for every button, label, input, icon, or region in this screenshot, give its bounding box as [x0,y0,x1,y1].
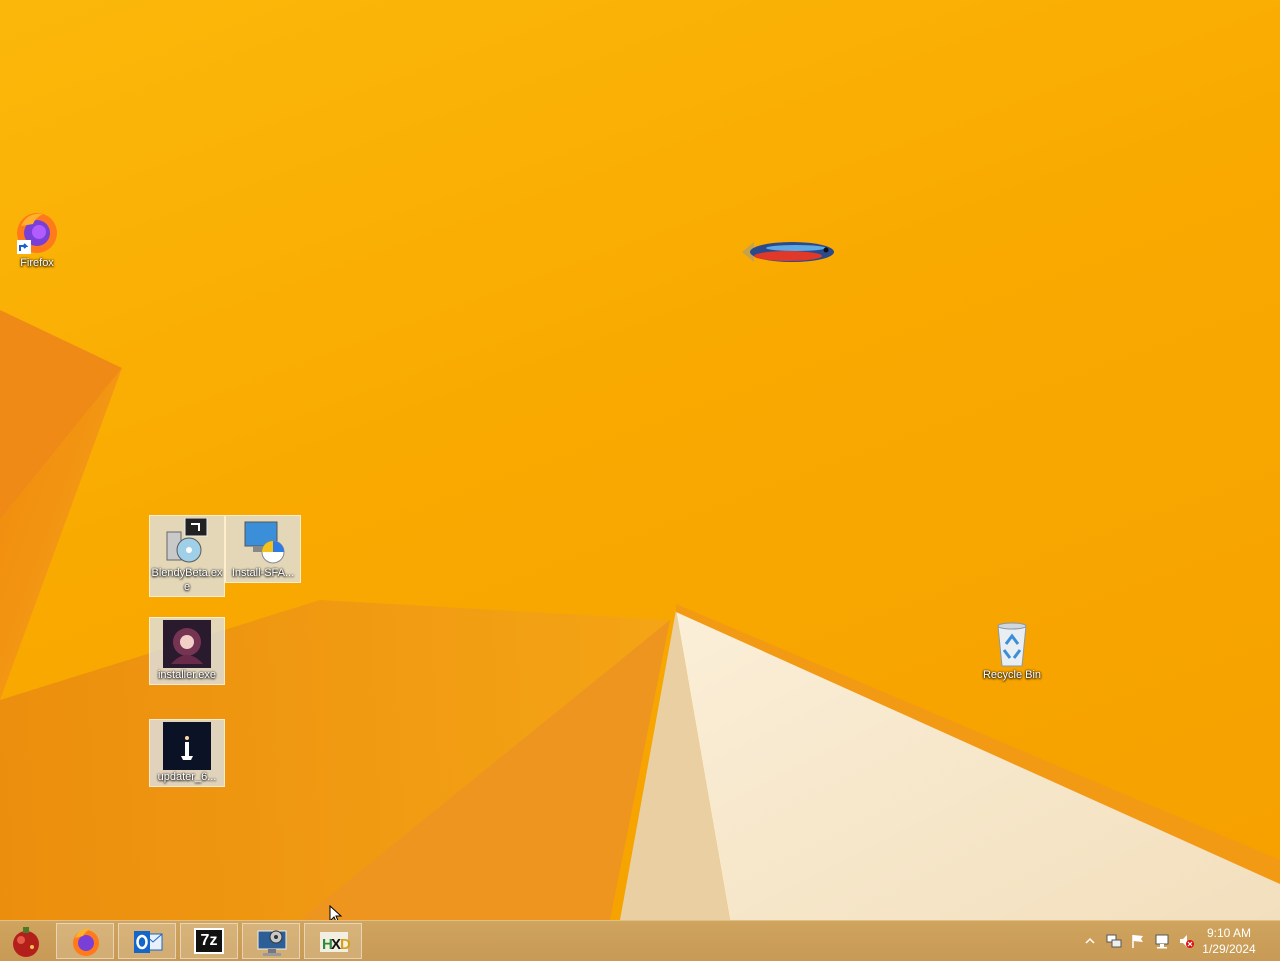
taskbar-firefox-button[interactable] [56,923,114,959]
taskbar-7zip-button[interactable]: 7z [180,923,238,959]
recycle-bin-desktop-icon[interactable]: Recycle Bin [975,618,1049,684]
firefox-desktop-icon[interactable]: Firefox [0,206,74,272]
action-center-flag-icon[interactable] [1130,933,1146,949]
icon-label: installer.exe [157,669,217,681]
installer-desktop-icon[interactable]: installer.exe [149,617,225,685]
updater-desktop-icon[interactable]: updater_6... [149,719,225,787]
network-icon[interactable] [1154,933,1170,949]
firefox-icon [73,928,99,956]
clock[interactable]: 9:10 AM 1/29/2024 [1194,925,1264,957]
volume-muted-icon[interactable] [1178,933,1194,949]
network-share-icon[interactable] [1106,933,1122,949]
svg-text:D: D [340,936,350,953]
shortcut-arrow-icon [17,240,31,254]
7zip-label: 7z [200,932,218,949]
clock-date: 1/29/2024 [1202,942,1256,956]
start-button[interactable] [8,925,44,959]
mouse-cursor-icon [329,905,343,920]
fish-icon [742,242,834,262]
updater-app-icon [163,722,211,770]
icon-label: Firefox [20,257,54,269]
outlook-icon [134,931,163,953]
taskbar-outlook-button[interactable] [118,923,176,959]
taskbar: 7z H X D 9:10 AM 1/29/2024 [0,920,1280,961]
install-sfa-desktop-icon[interactable]: Install-SFA... [225,515,301,583]
icon-label: Recycle Bin [982,669,1042,681]
icon-label: BlendyBeta.exe [151,567,223,593]
firefox-icon [13,208,61,256]
taskbar-hxd-button[interactable]: H X D [304,923,362,959]
blendybeta-desktop-icon[interactable]: BlendyBeta.exe [149,515,225,597]
7zip-icon: 7z [194,928,224,954]
start-orb-icon [13,927,39,957]
system-monitor-icon [257,930,287,956]
desktop[interactable]: Firefox BlendyBeta.exe Install-SFA... in… [0,0,1280,920]
show-hidden-icons-arrow-icon[interactable] [1082,933,1098,949]
taskbar-system-monitor-button[interactable] [242,923,300,959]
setup-disc-icon [163,517,211,566]
hxd-icon: H X D [320,932,350,953]
icon-label: Install-SFA... [231,567,295,579]
clock-time: 9:10 AM [1206,926,1252,940]
installer-app-icon [163,620,211,668]
installer-monitor-icon [239,518,287,566]
icon-label: updater_6... [157,771,217,783]
recycle-bin-icon [988,620,1036,668]
